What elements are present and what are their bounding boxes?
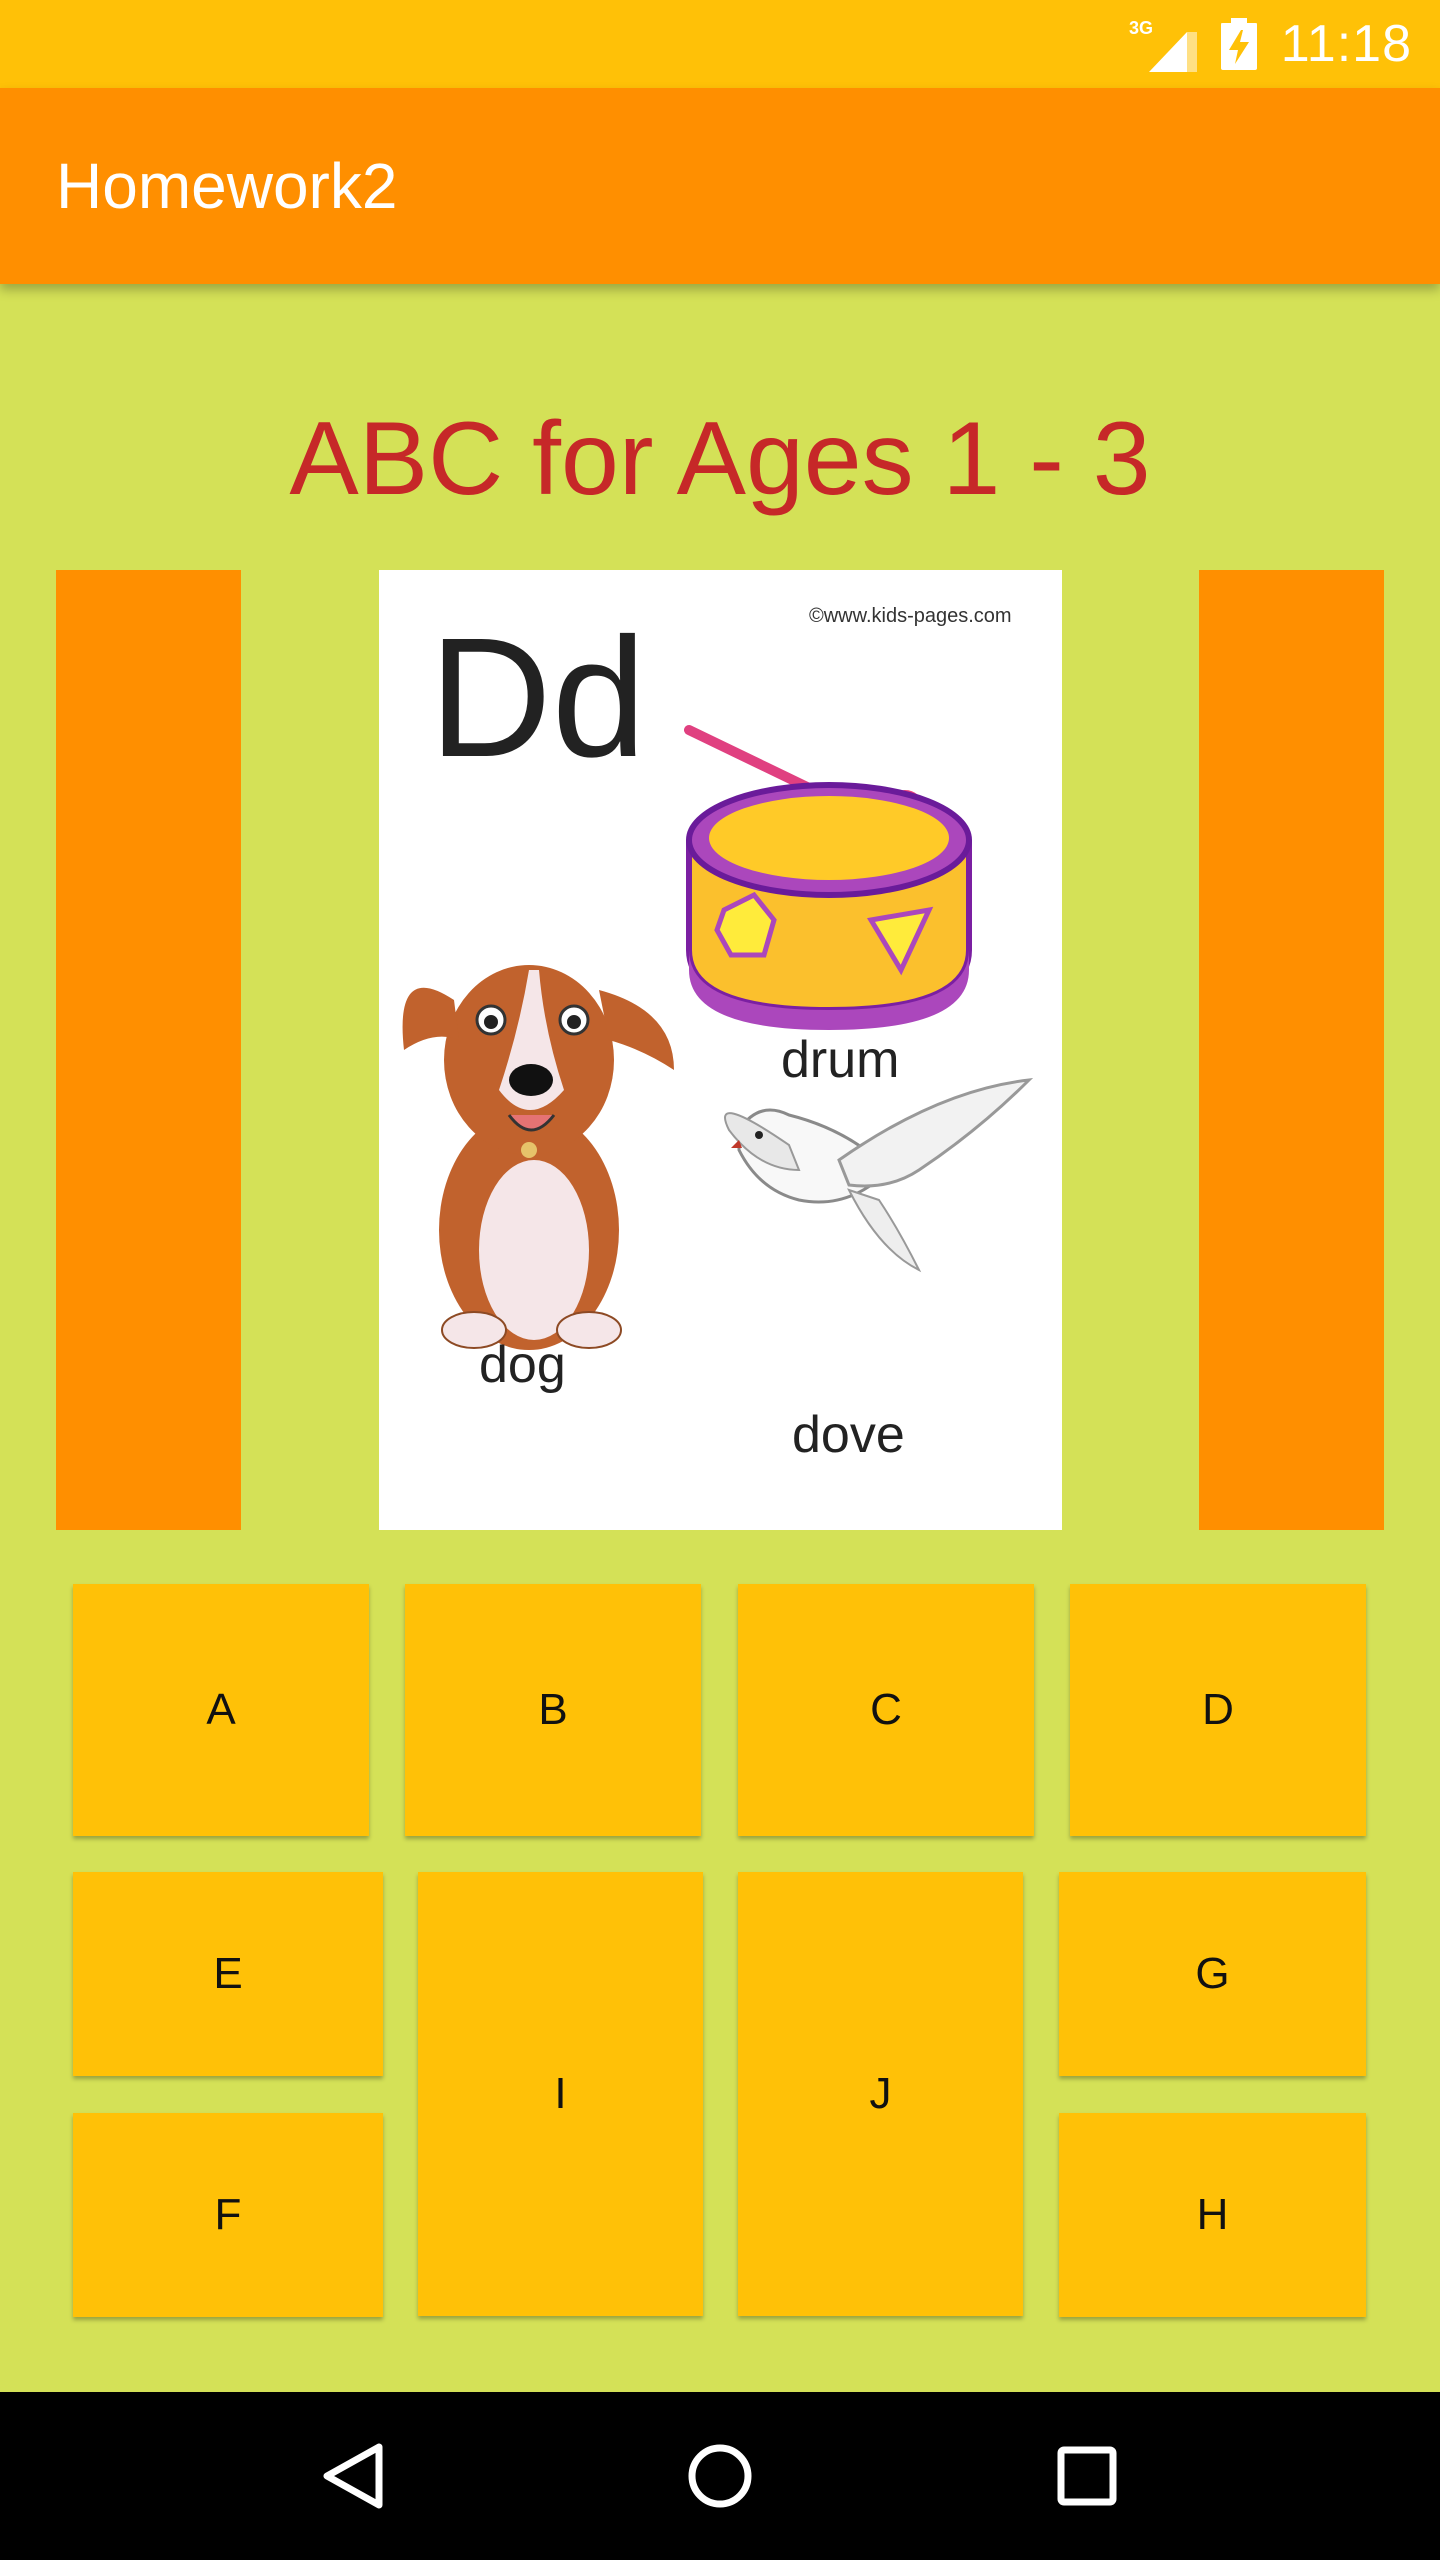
- card-letter: Dd: [429, 603, 647, 793]
- status-time: 11:18: [1280, 15, 1412, 73]
- recents-icon[interactable]: [1047, 2436, 1127, 2516]
- letter-button-f[interactable]: F: [73, 2113, 383, 2317]
- navigation-bar: [0, 2392, 1440, 2560]
- status-bar: 3G 11:18: [0, 0, 1440, 88]
- letter-button-b[interactable]: B: [405, 1584, 701, 1836]
- right-side-panel: [1199, 570, 1384, 1530]
- left-side-panel: [56, 570, 241, 1530]
- letter-button-g[interactable]: G: [1059, 1872, 1366, 2076]
- svg-text:3G: 3G: [1129, 18, 1153, 38]
- card-copyright: ©www.kids-pages.com: [809, 605, 1012, 627]
- home-icon[interactable]: [680, 2436, 760, 2516]
- app-title: Homework2: [56, 150, 398, 222]
- battery-charging-icon: [1220, 18, 1257, 70]
- signal-3g-icon: 3G: [1129, 16, 1197, 72]
- app-bar: Homework2: [0, 88, 1440, 284]
- dog-illustration: [402, 965, 674, 1350]
- letter-button-a[interactable]: A: [73, 1584, 369, 1836]
- alphabet-card-image: Dd ©www.kids-pages.com drum dog dove: [379, 570, 1062, 1530]
- word-drum: drum: [781, 1031, 900, 1089]
- word-dog: dog: [479, 1336, 566, 1394]
- letter-button-e[interactable]: E: [73, 1872, 383, 2076]
- letter-button-c[interactable]: C: [738, 1584, 1034, 1836]
- page-heading: ABC for Ages 1 - 3: [289, 401, 1151, 517]
- letter-button-i[interactable]: I: [418, 1872, 703, 2316]
- letter-button-d[interactable]: D: [1070, 1584, 1366, 1836]
- letter-button-j[interactable]: J: [738, 1872, 1023, 2316]
- dove-illustration: [724, 1078, 1034, 1273]
- drum-illustration: [684, 725, 972, 1030]
- back-icon[interactable]: [313, 2436, 393, 2516]
- word-dove: dove: [792, 1406, 905, 1464]
- letter-button-h[interactable]: H: [1059, 2113, 1366, 2317]
